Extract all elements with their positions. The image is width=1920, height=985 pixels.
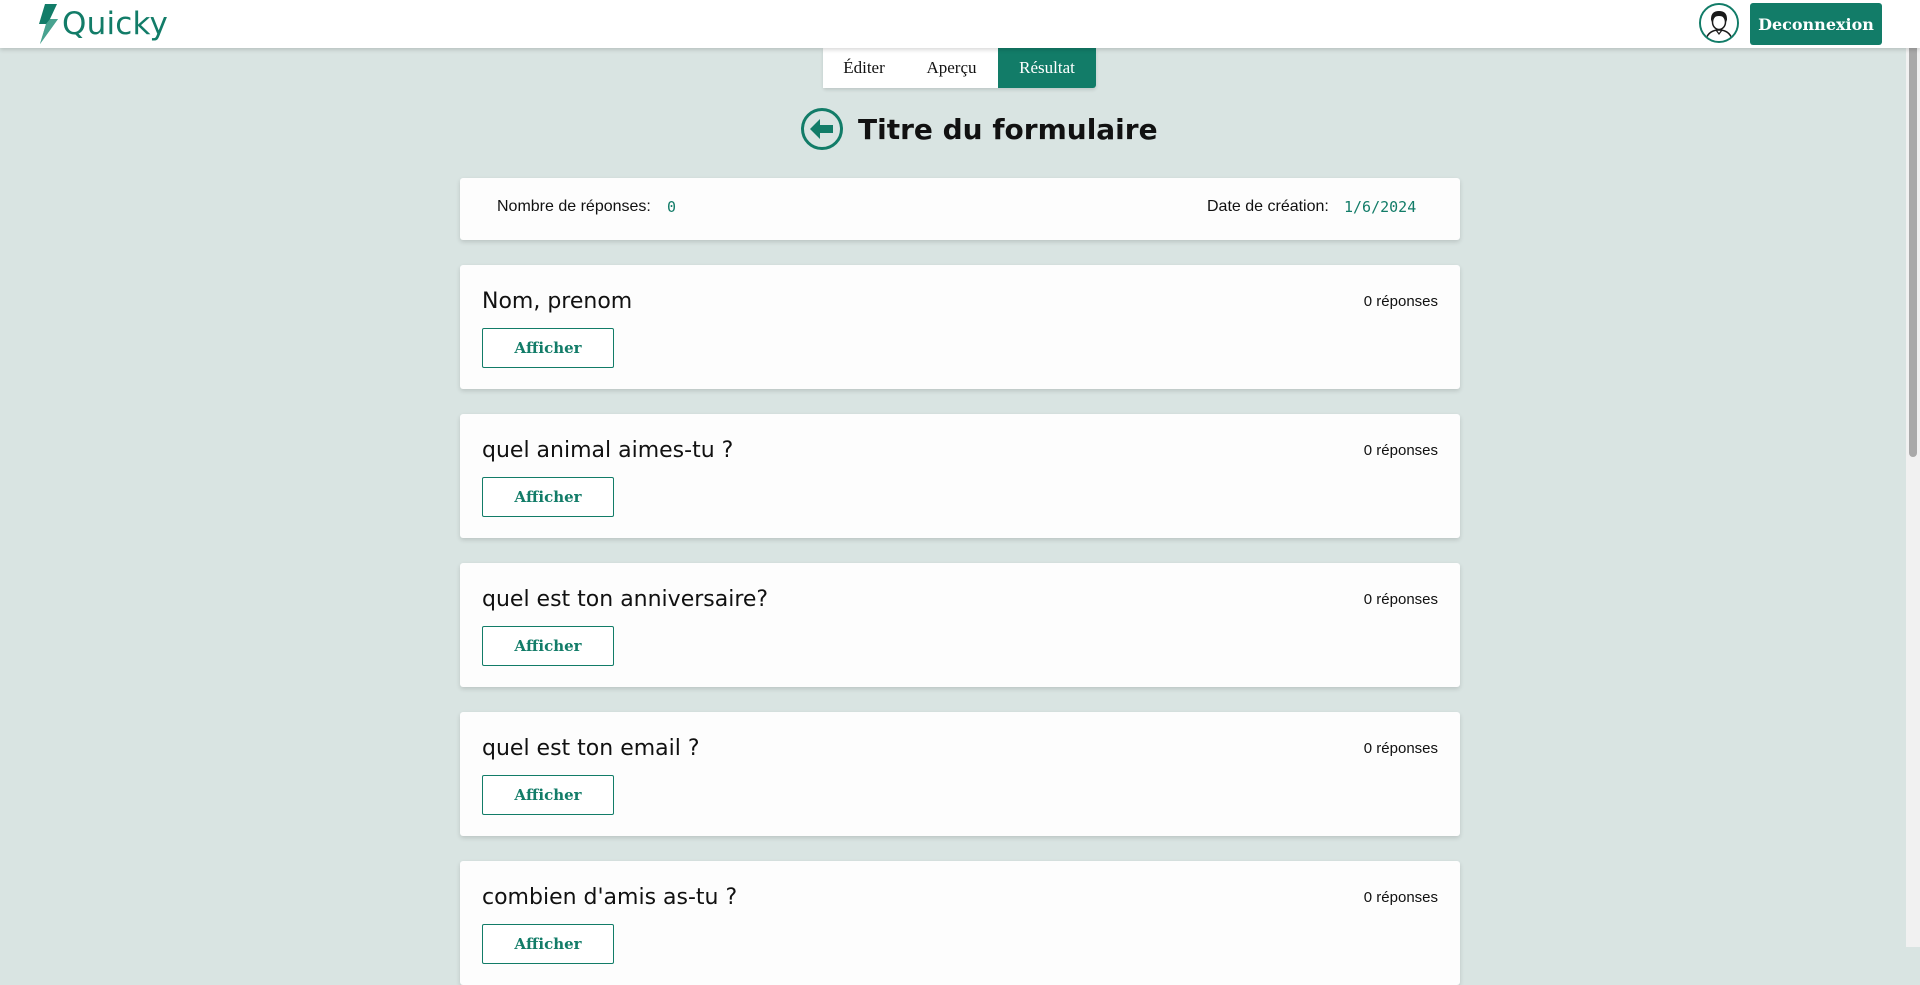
question-card: Nom, prenom 0 réponses Afficher [460,265,1460,389]
form-info-card: Nombre de réponses: 0 Date de création: … [460,178,1460,240]
question-response-count: 0 réponses [1363,591,1438,608]
question-response-count: 0 réponses [1363,740,1438,757]
question-response-count: 0 réponses [1363,889,1438,906]
tab-preview[interactable]: Aperçu [905,48,998,88]
question-card: quel est ton email ? 0 réponses Afficher [460,712,1460,836]
page-scrollbar[interactable] [1906,0,1920,947]
tab-result[interactable]: Résultat [998,48,1096,88]
lightning-icon [39,4,58,44]
question-title: quel est ton email ? [482,736,700,761]
logo-text: Quicky [62,6,169,42]
show-responses-button[interactable]: Afficher [482,626,614,666]
question-title: combien d'amis as-tu ? [482,885,738,910]
logo[interactable]: Quicky [36,2,168,46]
avatar[interactable] [1699,3,1739,43]
question-title: Nom, prenom [482,289,633,314]
view-tabs: Éditer Aperçu Résultat [823,48,1096,88]
user-avatar-icon [1701,5,1737,41]
responses-count-label: Nombre de réponses: [497,198,651,215]
page-title: Titre du formulaire [858,112,1158,146]
scrollbar-thumb[interactable] [1909,2,1917,457]
question-card: quel animal aimes-tu ? 0 réponses Affich… [460,414,1460,538]
show-responses-button[interactable]: Afficher [482,775,614,815]
question-card: quel est ton anniversaire? 0 réponses Af… [460,563,1460,687]
creation-date-value: 1/6/2024 [1344,198,1417,216]
show-responses-button[interactable]: Afficher [482,924,614,964]
back-arrow-icon[interactable] [800,107,844,151]
creation-date-label: Date de création: [1207,198,1329,215]
question-response-count: 0 réponses [1363,293,1438,310]
question-title: quel animal aimes-tu ? [482,438,734,463]
show-responses-button[interactable]: Afficher [482,328,614,368]
tab-edit[interactable]: Éditer [823,48,905,88]
show-responses-button[interactable]: Afficher [482,477,614,517]
top-header: Quicky Deconnexion [0,0,1920,48]
responses-count-value: 0 [667,198,677,216]
question-card: combien d'amis as-tu ? 0 réponses Affich… [460,861,1460,985]
question-title: quel est ton anniversaire? [482,587,769,612]
title-row: Titre du formulaire [800,106,1158,152]
logout-button[interactable]: Deconnexion [1750,3,1882,45]
question-response-count: 0 réponses [1363,442,1438,459]
